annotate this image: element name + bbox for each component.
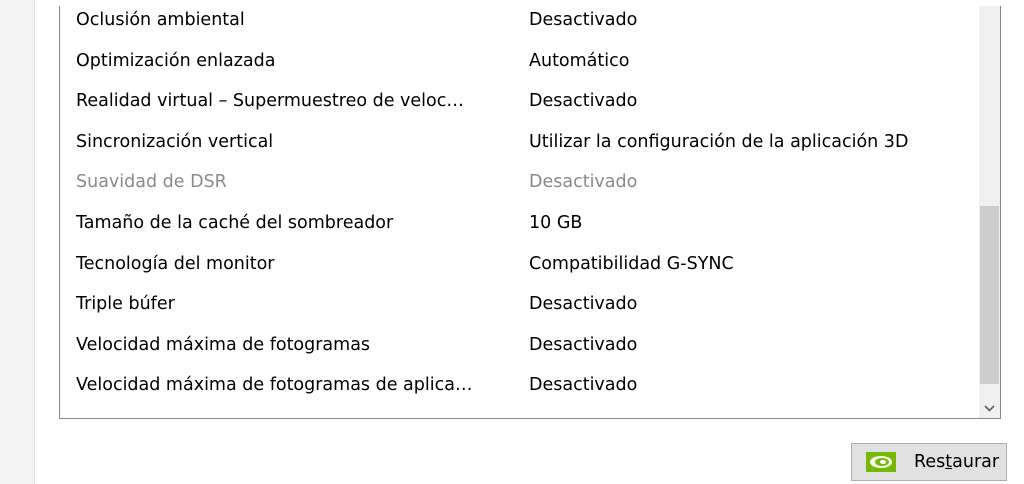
setting-row-triple-buffering[interactable]: Triple búfer Desactivado: [60, 290, 978, 331]
scroll-down-button[interactable]: [979, 396, 1000, 418]
setting-value: Desactivado: [529, 91, 638, 112]
setting-row-vertical-sync[interactable]: Sincronización vertical Utilizar la conf…: [60, 128, 978, 169]
setting-row-shader-cache-size[interactable]: Tamaño de la caché del sombreador 10 GB: [60, 209, 978, 250]
setting-name: Optimización enlazada: [76, 50, 276, 71]
settings-rows: Oclusión ambiental Desactivado Optimizac…: [60, 6, 978, 412]
setting-name: Suavidad de DSR: [76, 172, 227, 193]
setting-name: Oclusión ambiental: [76, 10, 245, 30]
setting-name: Tamaño de la caché del sombreador: [76, 212, 394, 233]
setting-name: Triple búfer: [76, 294, 175, 315]
setting-value: Desactivado: [529, 375, 638, 396]
settings-panel: Oclusión ambiental Desactivado Optimizac…: [0, 0, 1024, 484]
chevron-down-icon: [984, 397, 995, 417]
setting-value: Desactivado: [529, 334, 638, 355]
nvidia-logo-icon: [866, 452, 896, 472]
setting-value: 10 GB: [529, 212, 583, 233]
setting-row-max-frame-rate[interactable]: Velocidad máxima de fotogramas Desactiva…: [60, 331, 978, 372]
setting-value: Desactivado: [529, 294, 638, 315]
restore-button-label: Restaurar: [914, 452, 1000, 472]
setting-row-vr-supersampling[interactable]: Realidad virtual – Supermuestreo de velo…: [60, 87, 978, 128]
setting-row-monitor-technology[interactable]: Tecnología del monitor Compatibilidad G-…: [60, 250, 978, 291]
settings-listbox[interactable]: Oclusión ambiental Desactivado Optimizac…: [59, 6, 1001, 419]
setting-value: Compatibilidad G-SYNC: [529, 253, 734, 274]
setting-value: Utilizar la configuración de la aplicaci…: [529, 131, 909, 152]
scrollbar-thumb[interactable]: [980, 206, 999, 384]
left-gutter: [0, 0, 35, 484]
setting-value: Desactivado: [529, 10, 638, 30]
setting-name: Velocidad máxima de fotogramas: [76, 334, 371, 355]
setting-row-app-max-frame-rate[interactable]: Velocidad máxima de fotogramas de aplica…: [60, 371, 978, 412]
setting-row-dsr-smoothness: Suavidad de DSR Desactivado: [60, 168, 978, 209]
restore-button[interactable]: Restaurar: [851, 443, 1007, 481]
setting-name: Sincronización vertical: [76, 131, 274, 152]
setting-value: Desactivado: [529, 172, 638, 193]
setting-value: Automático: [529, 50, 630, 71]
setting-row-threaded-optimization[interactable]: Optimización enlazada Automático: [60, 47, 978, 88]
setting-name: Tecnología del monitor: [76, 253, 275, 274]
setting-name: Realidad virtual – Supermuestreo de velo…: [76, 91, 464, 112]
setting-name: Velocidad máxima de fotogramas de aplica…: [76, 375, 473, 396]
vertical-scrollbar[interactable]: [979, 6, 1000, 418]
setting-row-ambient-occlusion[interactable]: Oclusión ambiental Desactivado: [60, 6, 978, 47]
